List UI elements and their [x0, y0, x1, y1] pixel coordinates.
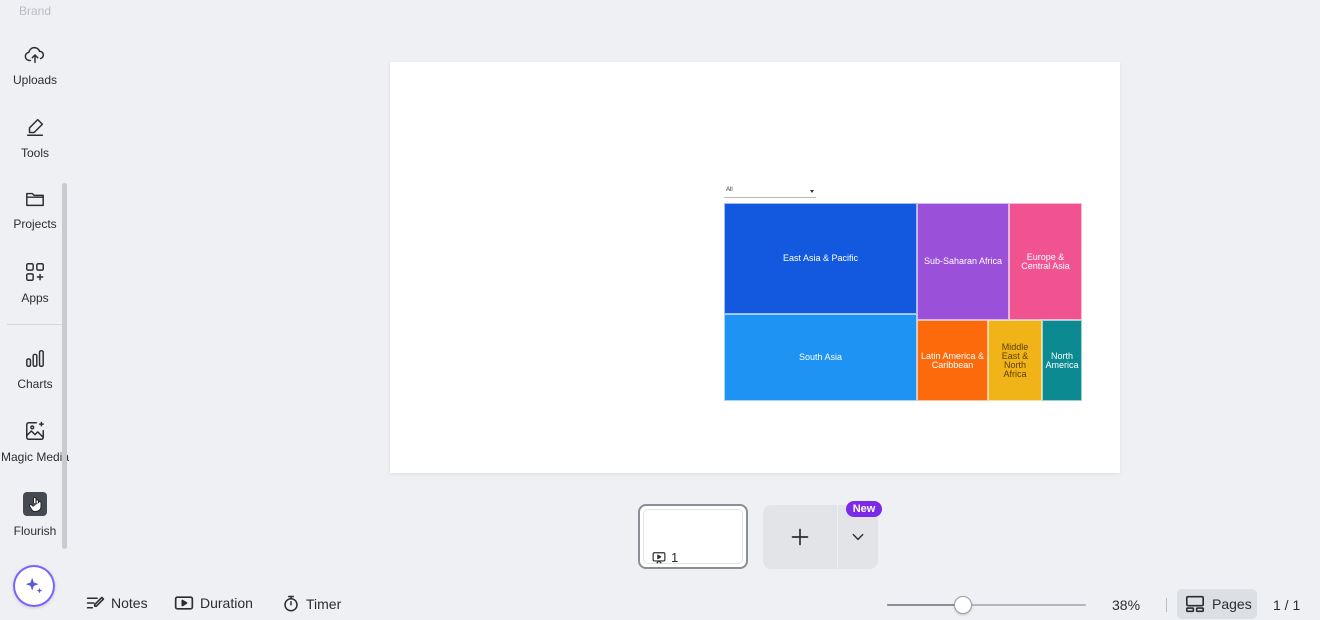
- magic-assistant-button[interactable]: [13, 565, 55, 607]
- chevron-down-icon: [852, 533, 864, 541]
- toolbar-separator: [1166, 598, 1167, 612]
- bottom-toolbar: Notes Duration Timer 38% Pages 1 / 1: [70, 589, 1320, 620]
- treemap-cell-label: Middle East & North Africa: [1001, 341, 1029, 379]
- sidebar-item-label: Magic Media: [0, 450, 70, 464]
- region-filter-value: All: [726, 187, 733, 193]
- sparkle-icon: [25, 577, 43, 594]
- pointer-hand-icon: [29, 496, 42, 512]
- treemap-cell-north-america[interactable]: North America: [1042, 320, 1082, 401]
- treemap-cell-middle-east-north-africa[interactable]: Middle East & North Africa: [988, 320, 1042, 401]
- sidebar-item-magic-media[interactable]: Magic Media: [0, 420, 70, 464]
- sidebar-item-label: Uploads: [12, 73, 58, 87]
- zoom-slider[interactable]: [887, 596, 1086, 614]
- sidebar-item-label: Flourish: [13, 524, 57, 538]
- notes-icon: [86, 596, 105, 609]
- treemap-cell-label: East Asia & Pacific: [782, 253, 859, 263]
- play-box-icon: [174, 596, 194, 610]
- sidebar-item-label: Tools: [20, 146, 49, 160]
- apps-grid-icon: [26, 263, 44, 281]
- sidebar-item-projects[interactable]: Projects: [0, 189, 70, 231]
- sidebar-item-label: Projects: [13, 217, 57, 231]
- plus-icon: [791, 528, 809, 546]
- notes-label: Notes: [111, 595, 148, 611]
- zoom-slider-fill: [887, 604, 963, 606]
- caret-down-icon: [810, 190, 814, 193]
- stopwatch-icon: [284, 595, 298, 612]
- sidebar-item-label: Apps: [21, 291, 49, 305]
- zoom-slider-handle[interactable]: [954, 596, 972, 614]
- page-count[interactable]: 1 / 1: [1273, 597, 1300, 613]
- sidebar-item-tools[interactable]: Tools: [0, 116, 70, 160]
- presentation-icon: [652, 551, 666, 564]
- notes-button[interactable]: Notes: [86, 595, 148, 611]
- treemap-cell-sub-saharan-africa[interactable]: Sub-Saharan Africa: [917, 203, 1009, 320]
- pages-button[interactable]: Pages: [1177, 589, 1257, 619]
- pages-grid-icon: [1186, 595, 1204, 613]
- sidebar-item-label: Charts: [17, 377, 53, 391]
- sidebar-divider: [7, 324, 63, 325]
- pages-label: Pages: [1212, 596, 1252, 612]
- duration-button[interactable]: Duration: [174, 595, 253, 611]
- add-page-button[interactable]: [763, 505, 837, 569]
- flourish-icon: [23, 492, 47, 516]
- page-number-label: 1: [671, 550, 679, 565]
- page-thumbnail[interactable]: 1: [638, 504, 748, 569]
- treemap-cell-label: Sub-Saharan Africa: [923, 256, 1003, 266]
- sidebar-item-charts[interactable]: Charts: [0, 349, 70, 391]
- bar-chart-icon: [26, 350, 44, 367]
- sidebar: Brand Uploads Tools Projects Apps Charts…: [0, 0, 70, 620]
- treemap-cell-label: Europe & Central Asia: [1021, 251, 1070, 271]
- treemap-cell-south-asia[interactable]: South Asia: [724, 314, 917, 401]
- new-badge: New: [846, 501, 882, 517]
- design-page[interactable]: All East Asia & Pacific South Asia Sub-S…: [390, 62, 1120, 473]
- sidebar-item-brand-label[interactable]: Brand: [0, 4, 70, 18]
- treemap-cell-east-asia-pacific[interactable]: East Asia & Pacific: [724, 203, 917, 314]
- pen-icon: [26, 118, 44, 136]
- sidebar-item-apps[interactable]: Apps: [0, 261, 70, 305]
- treemap-cell-latin-america-caribbean[interactable]: Latin America & Caribbean: [917, 320, 988, 401]
- treemap-cell-label: South Asia: [798, 352, 843, 362]
- timer-button[interactable]: Timer: [282, 595, 341, 613]
- treemap-cell-label: Latin America & Caribbean: [920, 350, 985, 370]
- zoom-level[interactable]: 38%: [1112, 597, 1140, 613]
- sidebar-scrollbar[interactable]: [62, 183, 67, 549]
- treemap-chart[interactable]: East Asia & Pacific South Asia Sub-Sahar…: [724, 203, 1082, 401]
- folder-icon: [26, 192, 44, 207]
- sidebar-item-uploads[interactable]: Uploads: [0, 45, 70, 87]
- duration-label: Duration: [200, 595, 253, 611]
- treemap-cell-europe-central-asia[interactable]: Europe & Central Asia: [1009, 203, 1082, 320]
- region-filter-dropdown[interactable]: All: [724, 186, 816, 198]
- timer-label: Timer: [306, 596, 342, 612]
- magic-image-icon: [26, 421, 44, 440]
- page-thumbnail-number: 1: [652, 550, 678, 565]
- sidebar-item-flourish[interactable]: Flourish: [0, 492, 70, 538]
- cloud-upload-icon: [24, 46, 45, 64]
- treemap-cell-label: North America: [1045, 350, 1079, 370]
